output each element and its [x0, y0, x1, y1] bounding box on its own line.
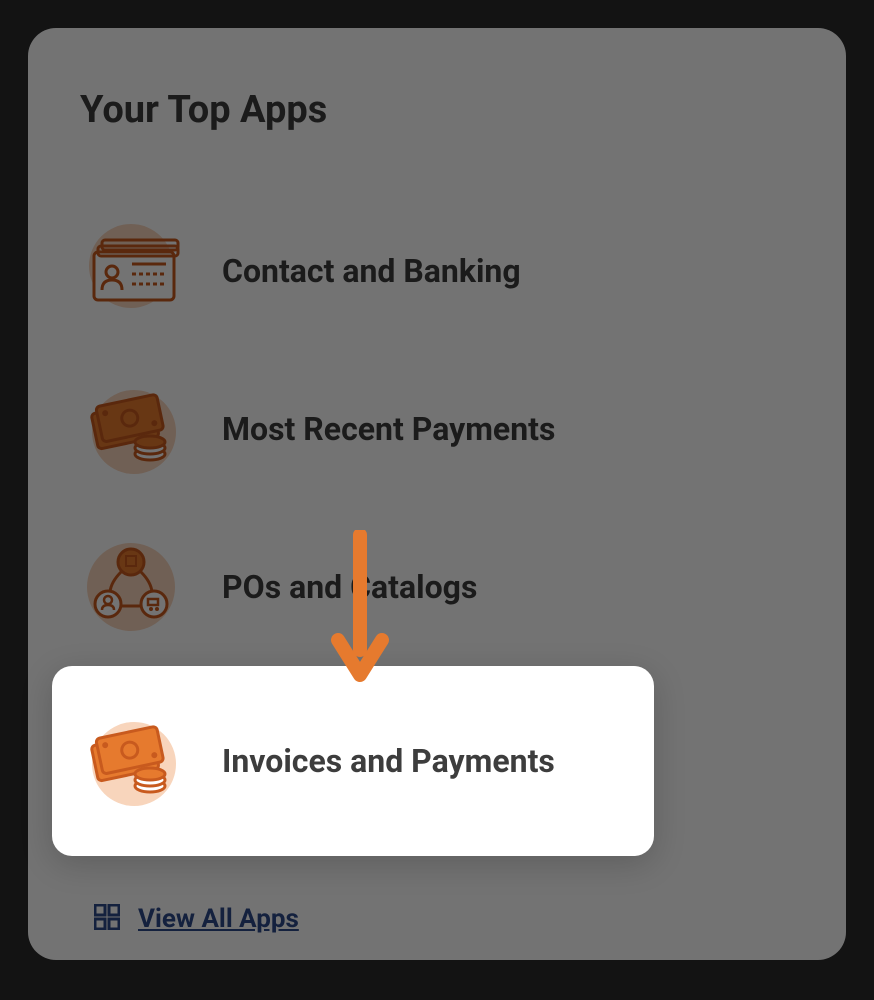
app-invoices-payments[interactable]: Invoices and Payments: [52, 666, 654, 856]
card-title: Your Top Apps: [80, 88, 798, 132]
payments-icon: [76, 374, 186, 484]
app-label: Contact and Banking: [222, 252, 521, 290]
app-label: Most Recent Payments: [222, 410, 555, 448]
app-label: Invoices and Payments: [222, 742, 555, 780]
invoices-icon: [76, 706, 186, 816]
view-all-apps-link[interactable]: View All Apps: [94, 904, 798, 934]
view-all-apps-label: View All Apps: [138, 904, 299, 934]
app-pos-catalogs[interactable]: POs and Catalogs: [76, 508, 798, 666]
contact-card-icon: [76, 216, 186, 326]
app-label: POs and Catalogs: [222, 568, 477, 606]
top-apps-card: Your Top Apps Contact and Banking: [28, 28, 846, 960]
pos-catalogs-icon: [76, 532, 186, 642]
app-contact-banking[interactable]: Contact and Banking: [76, 192, 798, 350]
app-recent-payments[interactable]: Most Recent Payments: [76, 350, 798, 508]
apps-grid-icon: [94, 904, 120, 934]
